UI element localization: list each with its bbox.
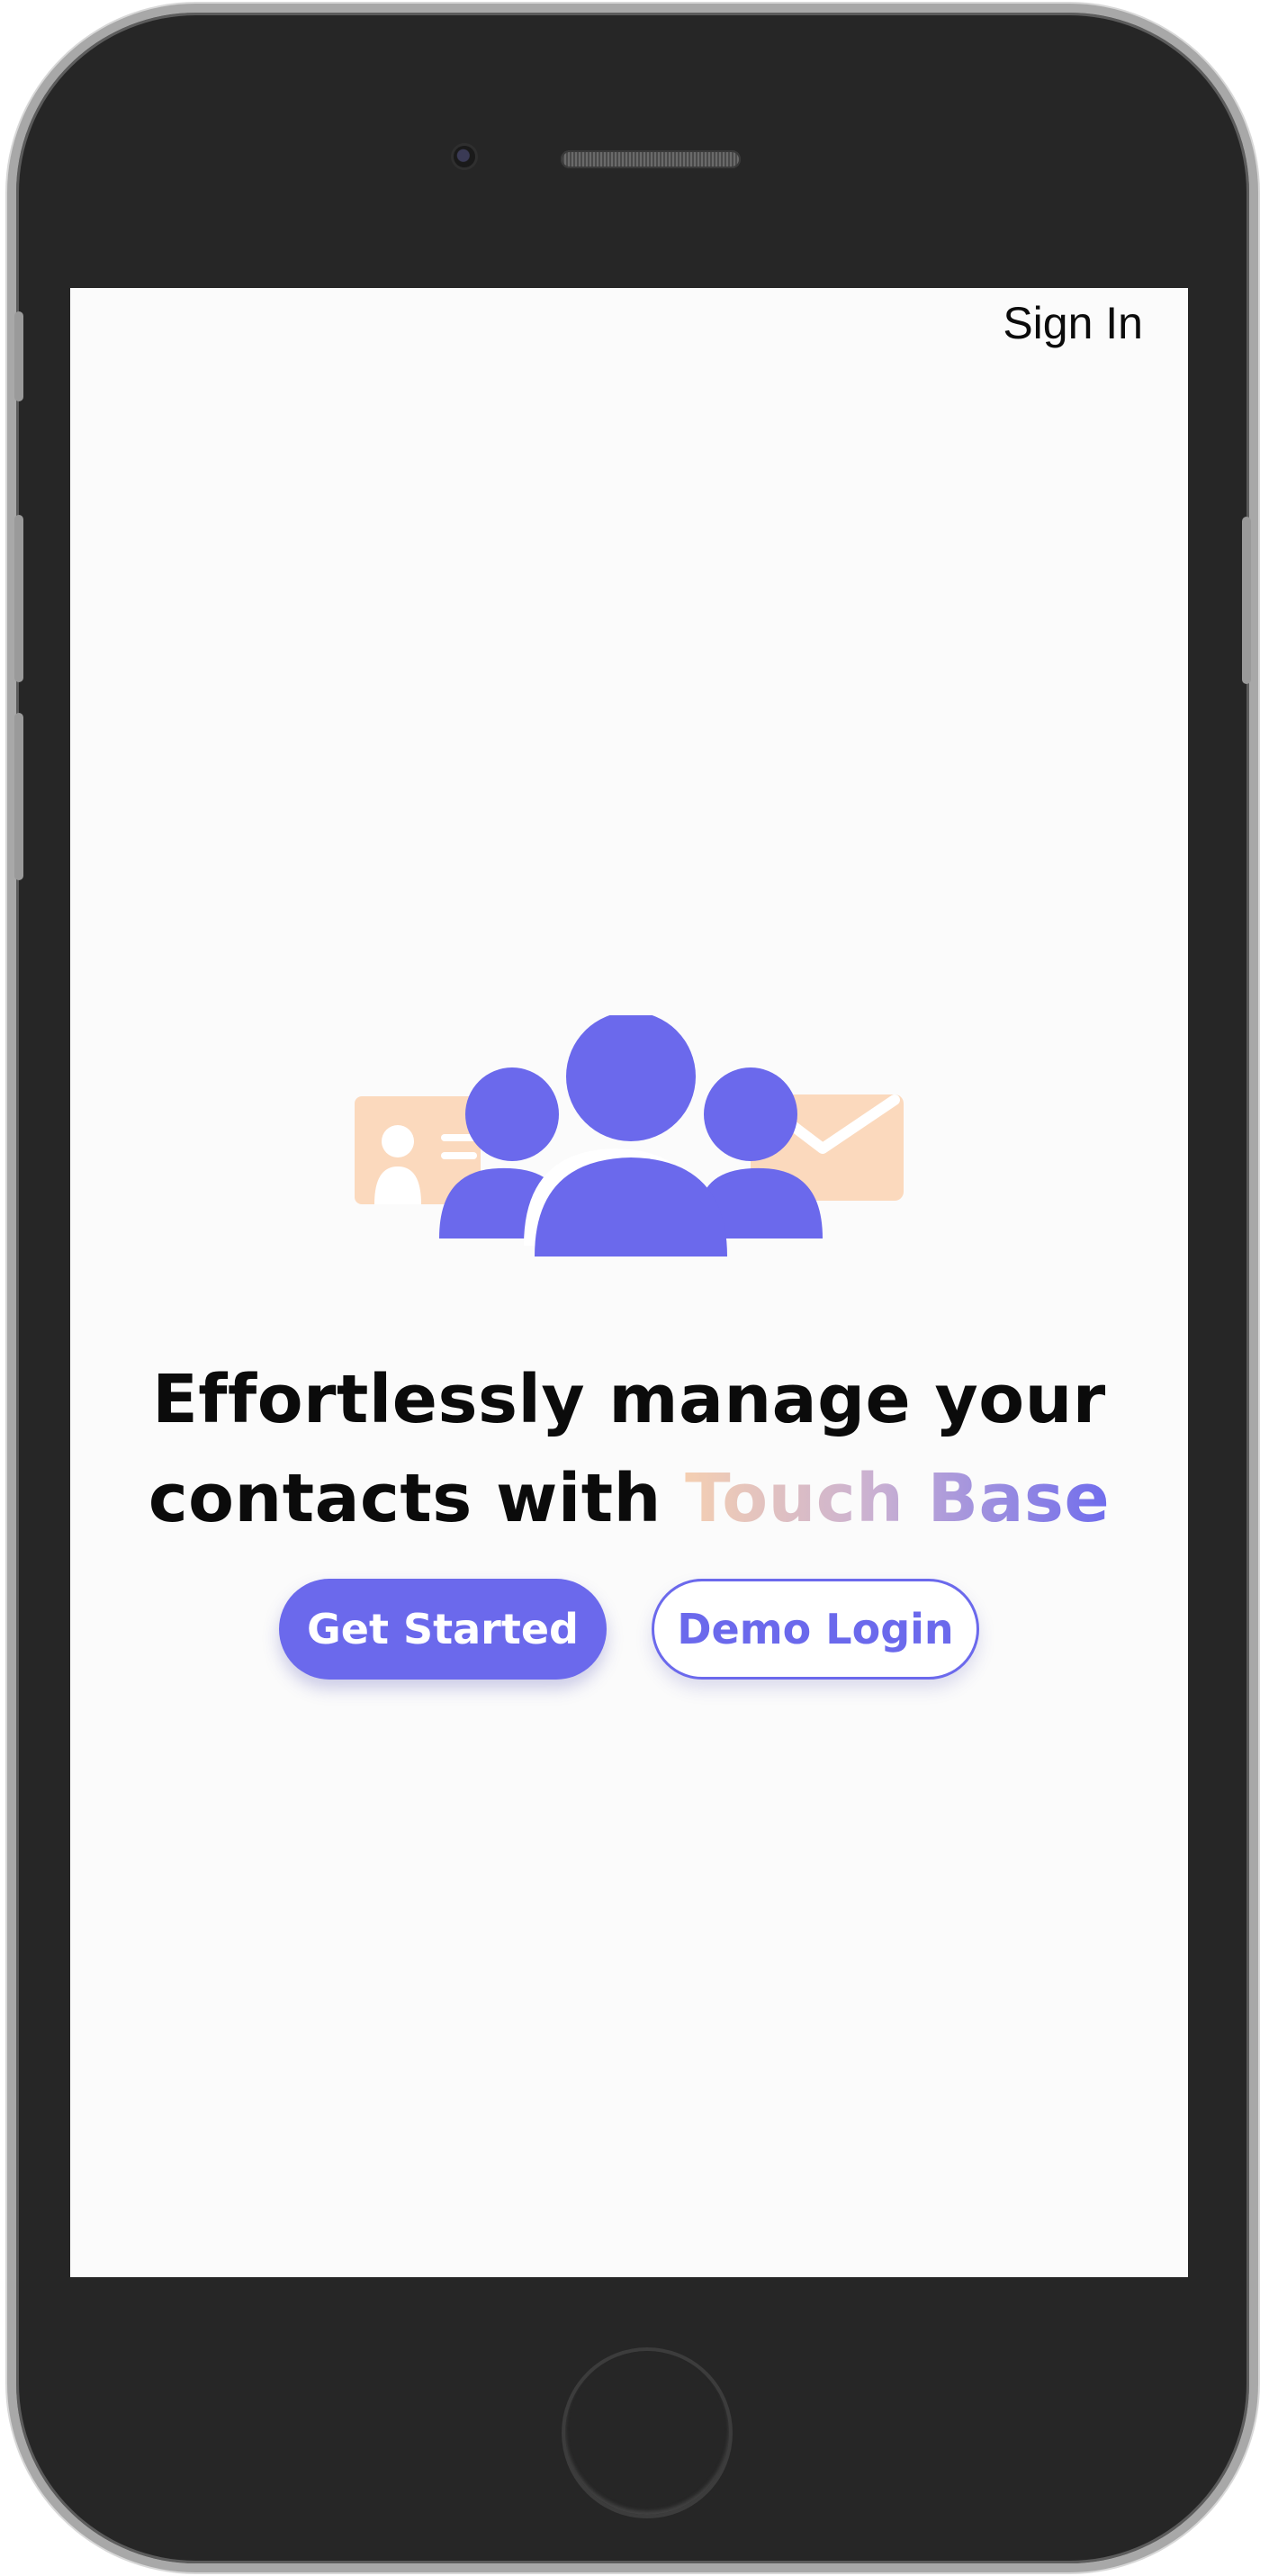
hero-illustration: [355, 1015, 904, 1256]
brand-name: Touch Base: [685, 1460, 1111, 1537]
volume-down-button: [14, 713, 23, 880]
headline-line-2-prefix: contacts with: [148, 1460, 686, 1537]
volume-up-button: [14, 515, 23, 682]
headline-line-2: contacts with Touch Base: [70, 1449, 1188, 1548]
get-started-button[interactable]: Get Started: [279, 1579, 607, 1680]
sign-in-link[interactable]: Sign In: [1003, 297, 1143, 349]
app-screen: Sign In Effortlessly manage your contact…: [70, 288, 1188, 2277]
earpiece-speaker: [561, 150, 741, 168]
headline-line-1: Effortlessly manage your: [152, 1361, 1106, 1438]
power-button: [1242, 517, 1251, 684]
hero-headline: Effortlessly manage your contacts with T…: [70, 1350, 1188, 1548]
cta-buttons: Get Started Demo Login: [70, 1579, 1188, 1680]
mute-switch: [14, 311, 23, 401]
front-camera: [454, 146, 475, 167]
people-group-icon: [439, 1015, 823, 1256]
home-button[interactable]: [562, 2347, 733, 2518]
demo-login-button[interactable]: Demo Login: [652, 1579, 979, 1680]
